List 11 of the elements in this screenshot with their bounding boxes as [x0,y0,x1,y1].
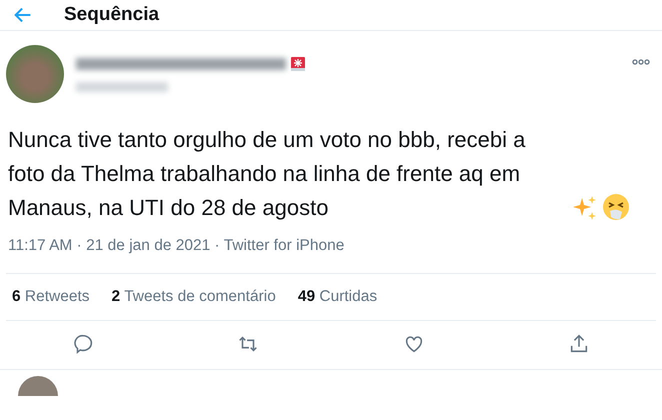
more-icon[interactable] [632,59,650,65]
stat-link[interactable]: 49 Curtidas [298,288,378,306]
sneezing-face-icon [602,193,630,221]
tweet-text: Nunca tive tanto orgulho de um voto no bbb, recebi a foto da Thelma trabalhando na linha de frente aq em Manaus, na UTI do 28 de agosto [8,126,526,222]
tweet-timestamp[interactable]: 11:17 AM · 21 de jan de 2021 · Twitter for iPhone [0,225,662,255]
sparkles-icon [572,195,598,221]
stat-link[interactable]: 2 Tweets de comentário [112,288,276,306]
page-title: Sequência [64,4,160,26]
badge-icon [290,56,306,72]
stat-link[interactable]: 6 Retweets [12,288,90,306]
reply-icon[interactable] [72,333,94,355]
